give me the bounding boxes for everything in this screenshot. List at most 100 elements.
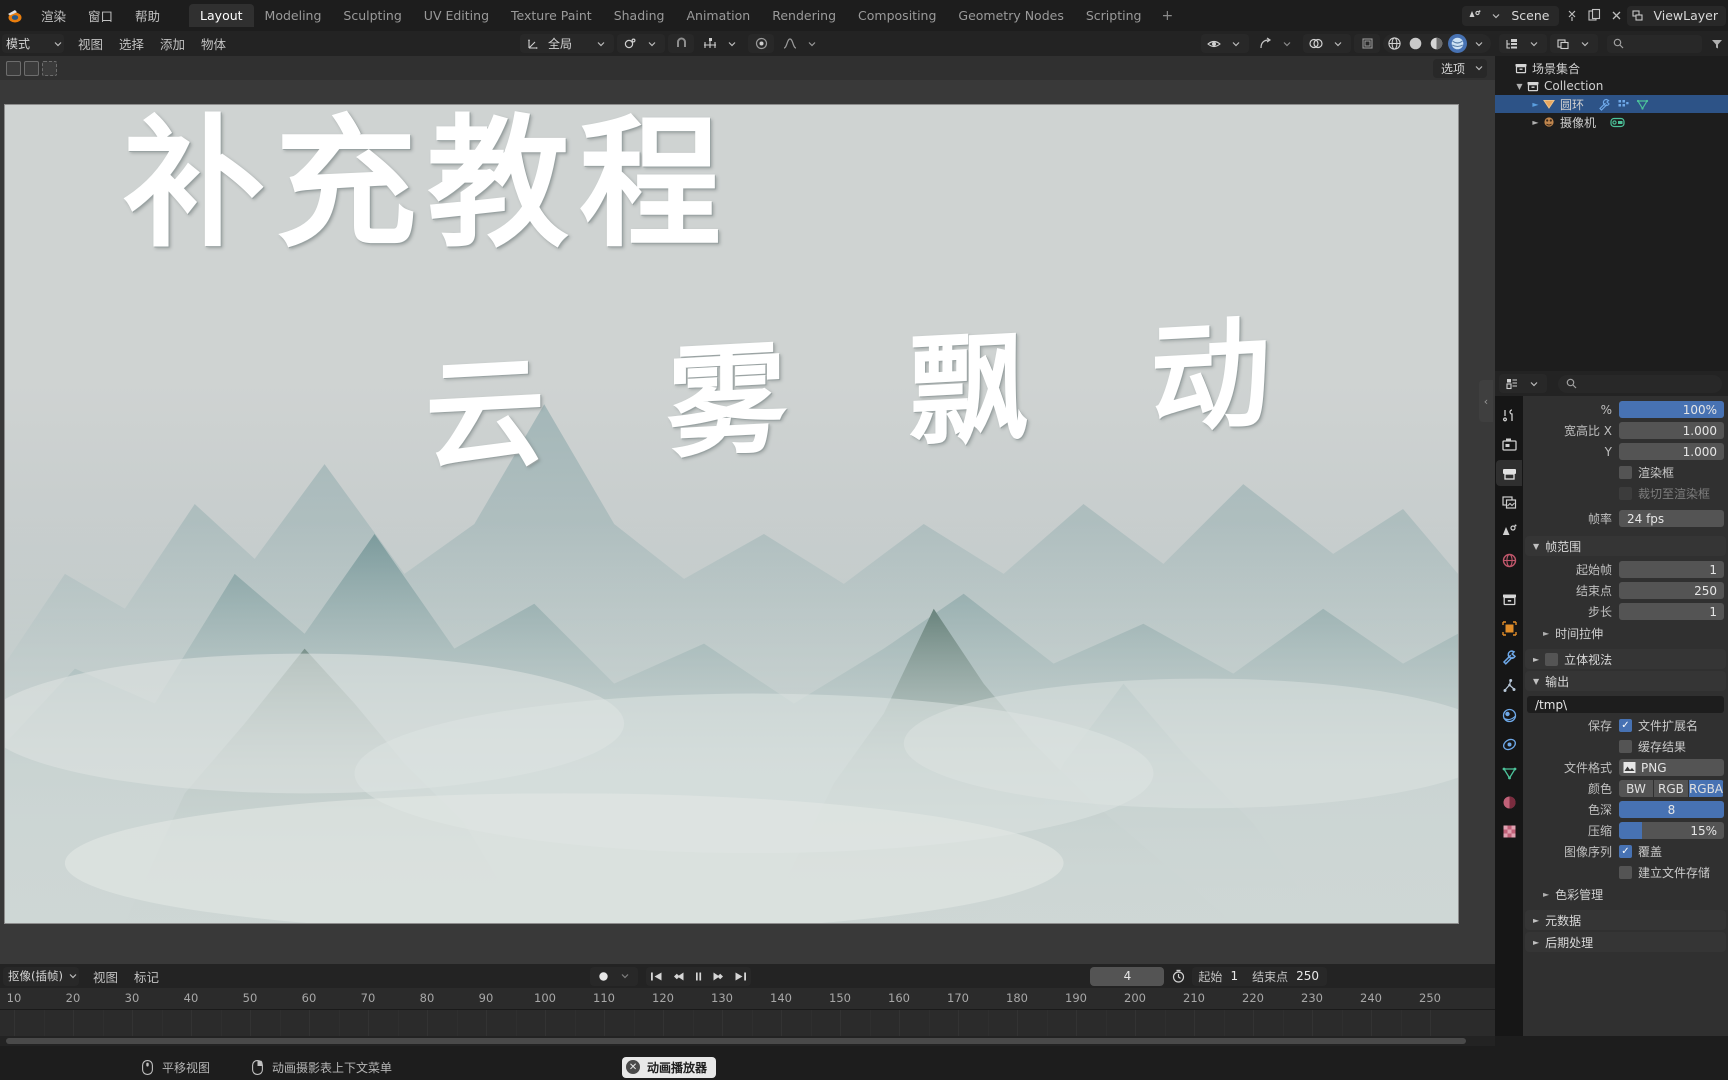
outliner-display-mode-selector[interactable] bbox=[1550, 34, 1598, 53]
snap-target-selector[interactable] bbox=[697, 34, 745, 53]
frame-end-field[interactable]: 250 bbox=[1619, 582, 1724, 599]
stereoscopy-panel-header[interactable]: ► 立体视法 bbox=[1525, 649, 1726, 669]
output-panel-header[interactable]: ▼ 输出 bbox=[1525, 671, 1726, 691]
tab-geometry-nodes[interactable]: Geometry Nodes bbox=[947, 4, 1074, 27]
menu-render[interactable]: 渲染 bbox=[30, 3, 77, 28]
torus-expander-icon[interactable]: ► bbox=[1529, 100, 1542, 109]
falloff-selector[interactable] bbox=[777, 34, 825, 53]
color-option-rgba[interactable]: RGBA bbox=[1688, 780, 1724, 797]
file-extensions-checkbox[interactable]: ✓ bbox=[1619, 719, 1632, 732]
percent-field[interactable]: 100% bbox=[1619, 401, 1724, 418]
color-option-rgb[interactable]: RGB bbox=[1653, 780, 1689, 797]
tab-compositing[interactable]: Compositing bbox=[847, 4, 947, 27]
animation-player-chip[interactable]: ✕ 动画播放器 bbox=[622, 1056, 717, 1078]
tab-collection-icon[interactable] bbox=[1496, 586, 1522, 612]
visibility-selector[interactable] bbox=[1201, 34, 1249, 53]
pivot-chevron-down-icon[interactable] bbox=[641, 34, 663, 54]
view-layer-selector[interactable]: ViewLayer bbox=[1627, 5, 1726, 26]
falloff-chevron-down-icon[interactable] bbox=[801, 34, 823, 54]
timeline-track-area[interactable] bbox=[0, 1010, 1495, 1036]
overwrite-checkbox[interactable]: ✓ bbox=[1619, 845, 1632, 858]
timeline-menu-marker[interactable]: 标记 bbox=[126, 965, 167, 988]
viewport-options-button[interactable]: 选项 bbox=[1432, 58, 1487, 78]
camera-data-icon[interactable] bbox=[1610, 116, 1625, 129]
gizmo-selector[interactable] bbox=[1252, 34, 1300, 53]
properties-search-input[interactable] bbox=[1558, 374, 1722, 393]
render-region-checkbox[interactable] bbox=[1619, 466, 1632, 479]
tab-uv-editing[interactable]: UV Editing bbox=[413, 4, 500, 27]
shading-wireframe-icon[interactable] bbox=[1385, 34, 1404, 53]
orientation-chevron-down-icon[interactable] bbox=[590, 34, 612, 54]
timeline-menu-view[interactable]: 视图 bbox=[85, 965, 126, 988]
tab-constraints-icon[interactable] bbox=[1496, 731, 1522, 757]
tab-material-icon[interactable] bbox=[1496, 789, 1522, 815]
tab-tool-icon[interactable] bbox=[1496, 402, 1522, 428]
timeline-editor-type-selector[interactable]: 抠像(插帧) bbox=[3, 966, 79, 986]
timeline-scrollbar-thumb[interactable] bbox=[6, 1038, 1466, 1044]
color-management-subpanel-header[interactable]: ► 色彩管理 bbox=[1527, 884, 1724, 904]
tab-scene-icon[interactable] bbox=[1496, 518, 1522, 544]
outliner-row-collection[interactable]: ▼ Collection bbox=[1495, 77, 1728, 95]
aspect-x-field[interactable]: 1.000 bbox=[1619, 422, 1724, 439]
jump-to-prev-keyframe-button[interactable] bbox=[667, 967, 688, 986]
placeholders-checkbox[interactable] bbox=[1619, 866, 1632, 879]
select-mode-extend-icon[interactable] bbox=[24, 60, 39, 76]
tab-physics-icon[interactable] bbox=[1496, 702, 1522, 728]
outliner-row-torus[interactable]: ► 圆环 bbox=[1495, 95, 1728, 113]
aspect-y-field[interactable]: 1.000 bbox=[1619, 443, 1724, 460]
stereoscopy-checkbox[interactable] bbox=[1545, 652, 1559, 666]
cache-result-checkbox[interactable] bbox=[1619, 740, 1632, 753]
frame-range-panel-header[interactable]: ▼ 帧范围 bbox=[1525, 536, 1726, 556]
frame-end-value[interactable]: 250 bbox=[1294, 969, 1327, 983]
viewport-menu-add[interactable]: 添加 bbox=[152, 32, 193, 55]
pivot-point-selector[interactable] bbox=[617, 34, 666, 54]
auto-keying-toggle[interactable] bbox=[590, 966, 638, 986]
snap-magnet-toggle[interactable] bbox=[668, 34, 695, 53]
tab-scripting[interactable]: Scripting bbox=[1075, 4, 1153, 27]
compression-field[interactable]: 15% bbox=[1619, 822, 1724, 839]
tab-view-layer-icon[interactable] bbox=[1496, 489, 1522, 515]
color-depth-field[interactable]: 8 bbox=[1619, 801, 1724, 818]
viewport-menu-object[interactable]: 物体 bbox=[193, 32, 234, 55]
properties-type-chevron-down-icon[interactable] bbox=[1523, 374, 1545, 394]
frame-range-fields[interactable]: 起始 1 结束点 250 bbox=[1192, 966, 1327, 986]
new-scene-icon[interactable] bbox=[1583, 6, 1605, 26]
auto-keying-chevron-down-icon[interactable] bbox=[614, 966, 636, 986]
timeline-ruler[interactable]: 10 20 30 40 50 60 70 80 90 100 110 120 130 140 150 160 1… bbox=[0, 988, 1495, 1010]
current-frame-field[interactable]: 4 bbox=[1090, 966, 1165, 986]
menu-help[interactable]: 帮助 bbox=[124, 3, 171, 28]
outliner-filter-icon[interactable] bbox=[1706, 34, 1728, 54]
viewport-menu-view[interactable]: 视图 bbox=[70, 32, 111, 55]
tab-texture-paint[interactable]: Texture Paint bbox=[500, 4, 603, 27]
viewport-menu-select[interactable]: 选择 bbox=[111, 32, 152, 55]
menu-window[interactable]: 窗口 bbox=[77, 3, 124, 28]
shading-solid-icon[interactable] bbox=[1406, 34, 1425, 53]
frame-rate-field[interactable]: 24 fps bbox=[1619, 510, 1724, 527]
post-processing-panel-header[interactable]: ► 后期处理 bbox=[1525, 932, 1726, 952]
output-path-field[interactable]: /tmp\ bbox=[1527, 696, 1724, 713]
particles-icon[interactable] bbox=[1617, 98, 1630, 111]
frame-step-field[interactable]: 1 bbox=[1619, 603, 1724, 620]
jump-to-start-button[interactable] bbox=[646, 967, 667, 986]
properties-editor-type-selector[interactable] bbox=[1499, 374, 1547, 393]
tab-world-icon[interactable] bbox=[1496, 547, 1522, 573]
xray-toggle[interactable] bbox=[1354, 34, 1380, 53]
overlays-selector[interactable] bbox=[1303, 34, 1351, 53]
metadata-panel-header[interactable]: ► 元数据 bbox=[1525, 910, 1726, 930]
file-format-field[interactable]: PNG bbox=[1619, 759, 1724, 776]
pin-scene-icon[interactable] bbox=[1561, 6, 1583, 26]
tab-texture-icon[interactable] bbox=[1496, 818, 1522, 844]
tab-rendering[interactable]: Rendering bbox=[761, 4, 847, 27]
visibility-chevron-down-icon[interactable] bbox=[1225, 34, 1247, 54]
jump-to-next-keyframe-button[interactable] bbox=[709, 967, 730, 986]
color-option-bw[interactable]: BW bbox=[1619, 780, 1654, 797]
jump-to-end-button[interactable] bbox=[730, 967, 751, 986]
display-mode-chevron-down-icon[interactable] bbox=[1574, 34, 1596, 54]
tab-output-icon[interactable] bbox=[1496, 460, 1522, 486]
mesh-triangle-icon[interactable] bbox=[1636, 98, 1649, 111]
shading-chevron-down-icon[interactable] bbox=[1468, 34, 1490, 54]
select-mode-new-icon[interactable] bbox=[6, 60, 21, 76]
crop-render-region-checkbox[interactable] bbox=[1619, 487, 1632, 500]
select-mode-subtract-icon[interactable] bbox=[42, 60, 57, 76]
scene-chevron-down-icon[interactable] bbox=[1485, 6, 1507, 26]
